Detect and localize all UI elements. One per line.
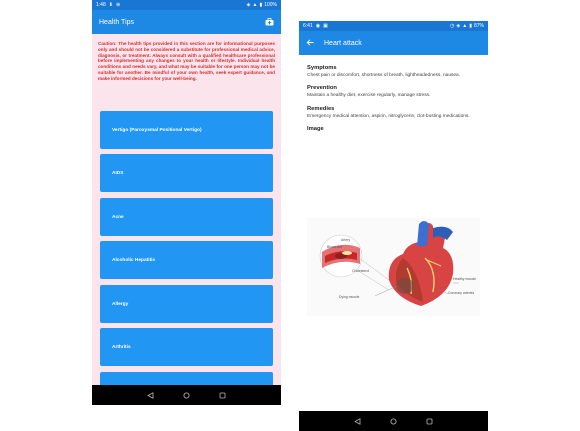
heart-diagram-image: Artery Blood clot Cholesterol Dying musc… xyxy=(307,218,480,316)
remedies-heading: Remedies xyxy=(307,105,335,112)
tip-item-acne[interactable]: Acne xyxy=(100,198,273,236)
artery-label: Artery xyxy=(341,238,350,242)
battery-icon: ▮ xyxy=(259,2,263,8)
arrow-left-icon[interactable] xyxy=(306,38,314,48)
detail-content: Symptoms Chest pain or discomfort, short… xyxy=(307,59,480,132)
tip-item-alcoholic-hepatitis[interactable]: Alcoholic Hepatitis xyxy=(100,241,273,279)
blood-clot-label: Blood clot xyxy=(327,245,342,249)
symptoms-text: Chest pain or discomfort, shortness of b… xyxy=(307,73,461,78)
tip-label: AIDS xyxy=(112,170,124,176)
home-circle-icon[interactable] xyxy=(390,418,397,425)
tip-item-vertigo[interactable]: Vertigo (Paroxysmal Positional Vertigo) xyxy=(100,111,273,149)
tip-item-allergy[interactable]: Allergy xyxy=(100,285,273,323)
tips-list[interactable]: Caution: The health tips provided in thi… xyxy=(92,34,281,405)
battery-icon: ▮ xyxy=(469,23,472,29)
heart-attack-screen: 6:41 ◉ ▣ ◷ ◈ ▲ ▮ 87% Heart attack Sympto… xyxy=(299,21,488,431)
first-aid-kit-icon[interactable] xyxy=(264,17,274,27)
home-circle-icon[interactable] xyxy=(183,392,190,399)
recents-square-icon[interactable] xyxy=(426,418,433,425)
notification-icon: ⬇ xyxy=(108,2,113,8)
status-bar: 1:48 ⬇ ⊕ ◈ ▲ ▮ 100% xyxy=(92,0,281,10)
wifi-icon: ◈ xyxy=(246,2,251,8)
coronary-arteries-label: Coronary arteries xyxy=(448,291,474,295)
tip-label: Arthritis xyxy=(112,344,131,350)
status-time: 1:48 xyxy=(96,2,106,8)
healthy-muscle-label: Healthy muscle xyxy=(453,277,476,281)
system-nav-bar xyxy=(92,385,281,405)
caution-text: Caution: The health tips provided in thi… xyxy=(98,41,275,81)
signal-icon: ▲ xyxy=(462,23,468,29)
battery-level: 100% xyxy=(264,2,277,8)
back-triangle-icon[interactable] xyxy=(146,391,154,399)
tip-item-arthritis[interactable]: Arthritis xyxy=(100,328,273,366)
app-bar: Health Tips xyxy=(92,10,281,34)
notification-icon: ▣ xyxy=(323,23,328,29)
tip-label: Alcoholic Hepatitis xyxy=(112,257,156,263)
heart-attack-illustration: Artery Blood clot Cholesterol Dying musc… xyxy=(319,221,476,306)
status-bar: 6:41 ◉ ▣ ◷ ◈ ▲ ▮ 87% xyxy=(299,21,488,31)
signal-icon: ▲ xyxy=(252,2,258,8)
notification-icon: ⊕ xyxy=(115,2,121,8)
tip-label: Allergy xyxy=(112,301,129,307)
remedies-text: Emergency medical attention, aspirin, ni… xyxy=(307,113,470,119)
tip-item-aids[interactable]: AIDS xyxy=(100,154,273,192)
back-triangle-icon[interactable] xyxy=(353,417,361,425)
recents-square-icon[interactable] xyxy=(219,392,226,399)
tip-label: Vertigo (Paroxysmal Positional Vertigo) xyxy=(112,127,202,133)
image-heading: Image xyxy=(307,126,324,133)
tip-label: Acne xyxy=(112,214,124,220)
status-time: 6:41 xyxy=(303,23,313,29)
system-nav-bar xyxy=(299,411,488,431)
dying-muscle-label: Dying muscle xyxy=(339,295,359,299)
app-bar: Heart attack xyxy=(299,31,488,55)
prevention-text: Maintain a healthy diet, exercise regula… xyxy=(307,93,431,99)
symptoms-heading: Symptoms xyxy=(307,65,337,71)
alarm-icon: ◷ xyxy=(450,23,455,29)
wifi-icon: ◈ xyxy=(456,23,461,29)
page-title: Heart attack xyxy=(324,39,362,47)
prevention-heading: Prevention xyxy=(307,85,337,92)
battery-level: 87% xyxy=(473,23,484,29)
cholesterol-label: Cholesterol xyxy=(352,269,369,273)
health-tips-screen: 1:48 ⬇ ⊕ ◈ ▲ ▮ 100% Health Tips Caution:… xyxy=(92,0,281,405)
notification-icon: ◉ xyxy=(315,23,321,29)
page-title: Health Tips xyxy=(99,18,135,26)
